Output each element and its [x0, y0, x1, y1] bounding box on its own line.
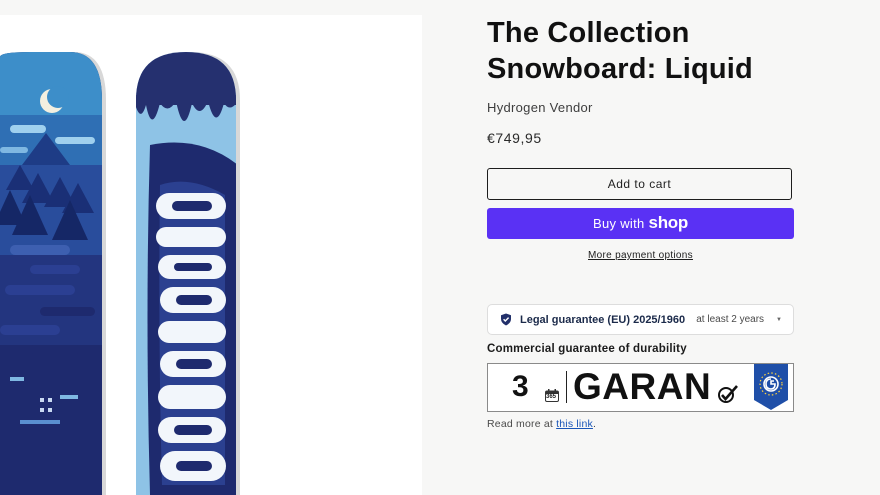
guarantee-years: 3	[512, 370, 529, 403]
read-more-suffix: .	[592, 418, 597, 430]
durability-guarantee-badge: 3 365 GARAN	[487, 363, 794, 412]
legal-guarantee-value: at least 2 years	[696, 314, 765, 325]
calendar-text: 365	[546, 394, 557, 400]
guarantee-word: GARAN	[573, 366, 712, 407]
read-more-prefix: Read more at	[487, 418, 557, 430]
badge-divider	[566, 371, 567, 403]
legal-guarantee-label: Legal guarantee (EU) 2025/1960	[520, 313, 686, 326]
calendar-icon: 365	[545, 389, 559, 402]
product-price: €749,95	[487, 130, 542, 146]
product-vendor: Hydrogen Vendor	[487, 100, 593, 115]
product-title: The Collection Snowboard: Liquid	[487, 17, 753, 85]
eu-guarantee-seal-icon	[754, 364, 788, 410]
add-to-cart-button[interactable]: Add to cart	[487, 168, 792, 200]
shop-logo: shop	[648, 212, 689, 232]
product-image[interactable]	[0, 15, 422, 495]
shield-check-icon	[500, 313, 512, 326]
chevron-down-icon: ▼	[776, 316, 782, 323]
buy-with-shop-button[interactable]: Buy with shop	[487, 208, 794, 239]
commercial-guarantee-title: Commercial guarantee of durability	[487, 343, 687, 355]
more-payment-options-link[interactable]: More payment options	[487, 250, 794, 261]
read-more-link[interactable]: this link	[556, 418, 593, 430]
check-mark-icon	[717, 384, 739, 404]
buy-with-label: Buy with	[593, 216, 645, 231]
snowboard-illustration	[0, 52, 240, 495]
legal-guarantee-accordion[interactable]: Legal guarantee (EU) 2025/1960 at least …	[487, 304, 794, 335]
read-more-text: Read more at this link.	[487, 418, 596, 430]
